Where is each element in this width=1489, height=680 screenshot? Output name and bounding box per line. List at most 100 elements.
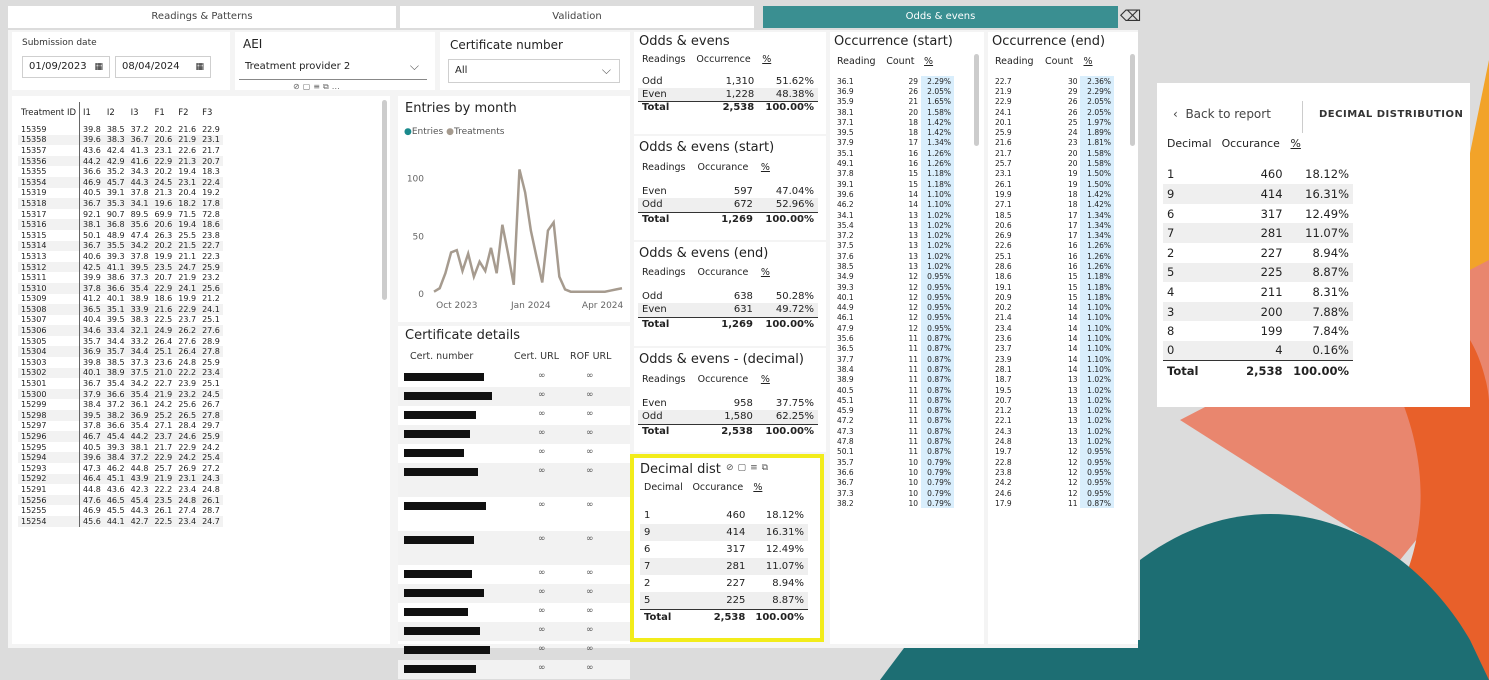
- certificate-row[interactable]: ∞ ∞: [398, 406, 630, 425]
- table-row[interactable]: 15317 92.1 90.7 89.5 69.9 71.5 72.8: [18, 208, 223, 220]
- table-row[interactable]: 15309 41.2 40.1 38.9 18.6 19.9 21.2: [18, 293, 223, 305]
- table-row[interactable]: 22.6 16 1.26%: [992, 240, 1114, 252]
- table-row[interactable]: 22.9 26 2.05%: [992, 96, 1114, 107]
- table-row[interactable]: 28.6 16 1.26%: [992, 261, 1114, 272]
- table-row[interactable]: 35.1 16 1.26%: [834, 148, 954, 159]
- table-row[interactable]: 15356 44.2 42.9 41.6 22.9 21.3 20.7: [18, 155, 223, 167]
- table-row[interactable]: 24.2 12 0.95%: [992, 477, 1114, 488]
- table-row[interactable]: 36.7 10 0.79%: [834, 477, 954, 488]
- link-icon[interactable]: ∞: [538, 644, 546, 654]
- table-row[interactable]: 15300 37.9 36.6 35.4 21.9 23.2 24.5: [18, 388, 223, 400]
- link-icon[interactable]: ∞: [538, 534, 546, 544]
- table-row[interactable]: 6 317 12.49%: [1163, 204, 1353, 224]
- table-row[interactable]: 47.3 11 0.87%: [834, 426, 954, 437]
- table-row[interactable]: 19.7 12 0.95%: [992, 446, 1114, 457]
- back-to-report-button[interactable]: ‹ Back to report: [1173, 107, 1271, 121]
- table-row[interactable]: 26.1 19 1.50%: [992, 178, 1114, 190]
- table-row[interactable]: Odd 638 50.28%: [638, 289, 818, 303]
- table-row[interactable]: 40.1 12 0.95%: [834, 292, 954, 303]
- table-row[interactable]: Even 631 49.72%: [638, 303, 818, 317]
- table-row[interactable]: 24.1 26 2.05%: [992, 106, 1114, 118]
- table-row[interactable]: 19.9 18 1.42%: [992, 189, 1114, 200]
- table-row[interactable]: 36.5 11 0.87%: [834, 343, 954, 355]
- table-row[interactable]: 25.9 24 1.89%: [992, 127, 1114, 138]
- table-row[interactable]: 34.1 13 1.02%: [834, 209, 954, 221]
- filter-icon[interactable]: ≡: [313, 82, 323, 91]
- table-row[interactable]: 23.6 14 1.10%: [992, 333, 1114, 344]
- table-row[interactable]: 39.6 14 1.10%: [834, 189, 954, 200]
- table-row[interactable]: 35.4 13 1.02%: [834, 220, 954, 231]
- table-row[interactable]: 40.5 11 0.87%: [834, 384, 954, 396]
- link-icon[interactable]: ∞: [586, 625, 594, 635]
- table-row[interactable]: 19.1 15 1.18%: [992, 281, 1114, 293]
- table-row[interactable]: 39.1 15 1.18%: [834, 178, 954, 190]
- table-row[interactable]: 38.4 11 0.87%: [834, 364, 954, 375]
- table-row[interactable]: 15310 37.8 36.6 35.4 22.9 24.1 25.6: [18, 282, 223, 294]
- link-icon[interactable]: ∞: [538, 428, 546, 438]
- table-row[interactable]: Even 597 47.04%: [638, 184, 818, 198]
- table-row[interactable]: 15303 39.8 38.5 37.3 23.6 24.8 25.9: [18, 357, 223, 368]
- table-row[interactable]: 2 227 8.94%: [1163, 243, 1353, 263]
- table-row[interactable]: 15314 36.7 35.5 34.2 20.2 21.5 22.7: [18, 240, 223, 252]
- link-icon[interactable]: ∞: [586, 409, 594, 419]
- table-row[interactable]: 1 460 18.12%: [1163, 165, 1353, 185]
- certificate-row[interactable]: ∞ ∞: [398, 584, 630, 603]
- table-row[interactable]: 23.8 12 0.95%: [992, 467, 1114, 478]
- date-from-input[interactable]: 01/09/2023 ▦: [22, 56, 110, 78]
- table-row[interactable]: 23.1 19 1.50%: [992, 168, 1114, 179]
- table-row[interactable]: 44.9 12 0.95%: [834, 302, 954, 313]
- table-row[interactable]: 15357 43.6 42.4 41.3 23.1 22.6 21.7: [18, 145, 223, 156]
- link-icon[interactable]: ∞: [586, 447, 594, 457]
- link-icon[interactable]: ∞: [586, 428, 594, 438]
- table-row[interactable]: 15315 50.1 48.9 47.4 26.3 25.5 23.8: [18, 229, 223, 241]
- table-row[interactable]: 47.8 11 0.87%: [834, 436, 954, 447]
- certificate-row[interactable]: ∞ ∞: [398, 425, 630, 444]
- table-row[interactable]: 15299 38.4 37.2 36.1 24.2 25.6 26.7: [18, 399, 223, 411]
- link-icon[interactable]: ∞: [586, 606, 594, 616]
- table-row[interactable]: 8 199 7.84%: [1163, 321, 1353, 341]
- link-icon[interactable]: ∞: [586, 390, 594, 400]
- aei-dropdown[interactable]: Treatment provider 2 ⌵: [239, 56, 427, 80]
- table-row[interactable]: 50.1 11 0.87%: [834, 446, 954, 457]
- table-row[interactable]: 20.7 13 1.02%: [992, 395, 1114, 406]
- table-row[interactable]: 38.5 13 1.02%: [834, 261, 954, 272]
- table-row[interactable]: 46.2 14 1.10%: [834, 199, 954, 210]
- certificate-row[interactable]: ∞ ∞: [398, 565, 630, 584]
- table-row[interactable]: Odd 1,310 51.62%: [638, 75, 818, 88]
- table-row[interactable]: 15311 39.9 38.6 37.3 20.7 21.9 23.2: [18, 272, 223, 283]
- table-row[interactable]: 15355 36.6 35.2 34.3 20.2 19.4 18.3: [18, 166, 223, 177]
- table-row[interactable]: 9 414 16.31%: [1163, 184, 1353, 204]
- table-row[interactable]: 18.5 17 1.34%: [992, 209, 1114, 221]
- link-icon[interactable]: ∞: [586, 587, 594, 597]
- table-row[interactable]: 15255 46.9 45.5 44.3 26.1 27.4 28.7: [18, 505, 223, 516]
- table-row[interactable]: 45.1 11 0.87%: [834, 395, 954, 406]
- certificate-row[interactable]: ∞ ∞: [398, 641, 630, 660]
- table-row[interactable]: 15294 39.6 38.4 37.2 22.9 24.2 25.4: [18, 452, 223, 463]
- table-row[interactable]: 15313 40.6 39.3 37.8 19.9 21.1 22.3: [18, 251, 223, 262]
- link-icon[interactable]: ∞: [538, 500, 546, 510]
- table-row[interactable]: 39.3 12 0.95%: [834, 281, 954, 293]
- tab-readings-patterns[interactable]: Readings & Patterns: [8, 6, 396, 28]
- table-row[interactable]: 47.9 12 0.95%: [834, 323, 954, 334]
- link-icon[interactable]: ∞: [586, 500, 594, 510]
- table-row[interactable]: Even 1,228 48.38%: [638, 88, 818, 101]
- link-icon[interactable]: ∞: [538, 371, 546, 381]
- table-row[interactable]: 15254 45.6 44.1 42.7 22.5 23.4 24.7: [18, 515, 223, 527]
- table-row[interactable]: 15305 35.7 34.4 33.2 26.4 27.6 28.9: [18, 335, 223, 347]
- link-icon[interactable]: ∞: [538, 606, 546, 616]
- date-to-input[interactable]: 08/04/2024 ▦: [115, 56, 211, 78]
- table-row[interactable]: 15297 37.8 36.6 35.4 27.1 28.4 29.7: [18, 420, 223, 432]
- link-icon[interactable]: ∞: [538, 663, 546, 673]
- table-row[interactable]: 15359 39.8 38.5 37.2 20.2 21.6 22.9: [18, 124, 223, 135]
- table-row[interactable]: 36.9 26 2.05%: [834, 86, 954, 97]
- table-row[interactable]: 20.2 14 1.10%: [992, 302, 1114, 313]
- table-row[interactable]: 20.1 25 1.97%: [992, 117, 1114, 128]
- certificate-row[interactable]: ∞ ∞: [398, 444, 630, 463]
- link-icon[interactable]: ∞: [538, 568, 546, 578]
- table-row[interactable]: 22.7 30 2.36%: [992, 76, 1114, 87]
- table-row[interactable]: 27.1 18 1.42%: [992, 199, 1114, 210]
- table-row[interactable]: Even 958 37.75%: [638, 396, 818, 410]
- table-row[interactable]: 20.9 15 1.18%: [992, 292, 1114, 303]
- table-row[interactable]: 15319 40.5 39.1 37.8 21.3 20.4 19.2: [18, 187, 223, 199]
- link-icon[interactable]: ∞: [586, 663, 594, 673]
